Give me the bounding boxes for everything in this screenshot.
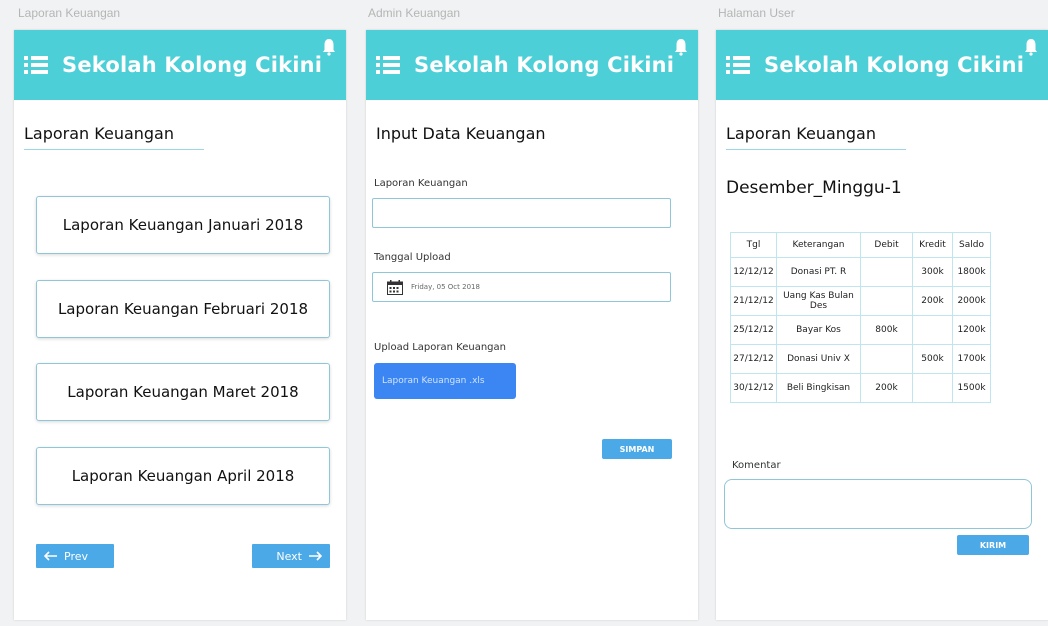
report-march-button[interactable]: Laporan Keuangan Maret 2018 xyxy=(36,363,330,421)
list-icon[interactable] xyxy=(24,55,48,75)
next-button[interactable]: Next xyxy=(252,544,330,568)
prev-button[interactable]: Prev xyxy=(36,544,114,568)
cell-keterangan: Uang Kas Bulan Des xyxy=(776,286,861,316)
cell-saldo: 1500k xyxy=(952,373,991,403)
arrow-right-icon xyxy=(309,551,322,561)
app-title: Sekolah Kolong Cikini xyxy=(764,53,1025,77)
cell-saldo: 2000k xyxy=(952,286,991,316)
app-bar: Sekolah Kolong Cikini xyxy=(716,30,1048,100)
user-report-screen: Sekolah Kolong Cikini Laporan Keuangan D… xyxy=(716,30,1048,620)
table-row: 12/12/12 Donasi PT. R 300k 1800k xyxy=(730,257,991,287)
next-label: Next xyxy=(276,549,302,563)
cell-debit xyxy=(860,286,913,316)
app-title: Sekolah Kolong Cikini xyxy=(414,53,675,77)
cell-tgl: 12/12/12 xyxy=(730,257,777,287)
cell-debit xyxy=(860,344,913,374)
upload-field-label: Upload Laporan Keuangan xyxy=(374,342,506,353)
report-input[interactable] xyxy=(372,198,671,228)
admin-input-screen: Sekolah Kolong Cikini Input Data Keuanga… xyxy=(366,30,698,620)
column-header-keterangan: Keterangan xyxy=(776,232,861,258)
cell-keterangan: Donasi PT. R xyxy=(776,257,861,287)
table-row: 27/12/12 Donasi Univ X 500k 1700k xyxy=(730,344,991,374)
comment-input[interactable] xyxy=(724,479,1032,529)
app-bar: Sekolah Kolong Cikini xyxy=(366,30,698,100)
bell-icon[interactable] xyxy=(674,38,688,56)
cell-tgl: 25/12/12 xyxy=(730,315,777,345)
cell-kredit: 300k xyxy=(912,257,953,287)
cell-keterangan: Bayar Kos xyxy=(776,315,861,345)
app-bar: Sekolah Kolong Cikini xyxy=(14,30,346,100)
report-list-screen: Sekolah Kolong Cikini Laporan Keuangan L… xyxy=(14,30,346,620)
table-row: 21/12/12 Uang Kas Bulan Des 200k 2000k xyxy=(730,286,991,316)
cell-debit xyxy=(860,257,913,287)
upload-file-button[interactable]: Laporan Keuangan .xls xyxy=(374,363,516,399)
save-button[interactable]: SIMPAN xyxy=(602,439,672,459)
page-title: Laporan Keuangan xyxy=(726,124,906,150)
table-header-row: Tgl Keterangan Debit Kredit Saldo xyxy=(730,232,991,258)
date-field-label: Tanggal Upload xyxy=(374,252,451,263)
bell-icon[interactable] xyxy=(1024,38,1038,56)
page-title: Input Data Keuangan xyxy=(376,124,546,143)
table-row: 30/12/12 Beli Bingkisan 200k 1500k xyxy=(730,373,991,403)
caption-user: Halaman User xyxy=(718,6,795,20)
report-february-button[interactable]: Laporan Keuangan Februari 2018 xyxy=(36,280,330,338)
cell-saldo: 1700k xyxy=(952,344,991,374)
page-title: Laporan Keuangan xyxy=(24,124,204,150)
date-input-value: Friday, 05 Oct 2018 xyxy=(411,283,480,291)
list-icon[interactable] xyxy=(376,55,400,75)
bell-icon[interactable] xyxy=(322,38,336,56)
cell-kredit: 200k xyxy=(912,286,953,316)
cell-saldo: 1200k xyxy=(952,315,991,345)
cell-debit: 200k xyxy=(860,373,913,403)
report-field-label: Laporan Keuangan xyxy=(374,178,468,189)
arrow-left-icon xyxy=(44,551,57,561)
app-title: Sekolah Kolong Cikini xyxy=(62,53,323,77)
cell-tgl: 21/12/12 xyxy=(730,286,777,316)
report-april-button[interactable]: Laporan Keuangan April 2018 xyxy=(36,447,330,505)
column-header-debit: Debit xyxy=(860,232,913,258)
cell-kredit xyxy=(912,315,953,345)
cell-kredit: 500k xyxy=(912,344,953,374)
prev-label: Prev xyxy=(64,549,88,563)
column-header-kredit: Kredit xyxy=(912,232,953,258)
cell-saldo: 1800k xyxy=(952,257,991,287)
date-input[interactable]: Friday, 05 Oct 2018 xyxy=(372,272,671,302)
caption-laporan: Laporan Keuangan xyxy=(18,6,121,20)
column-header-saldo: Saldo xyxy=(952,232,991,258)
table-row: 25/12/12 Bayar Kos 800k 1200k xyxy=(730,315,991,345)
caption-admin: Admin Keuangan xyxy=(368,6,461,20)
calendar-icon xyxy=(387,279,403,295)
cell-tgl: 30/12/12 xyxy=(730,373,777,403)
comment-label: Komentar xyxy=(732,460,781,471)
send-button[interactable]: KIRIM xyxy=(957,535,1029,555)
cell-keterangan: Donasi Univ X xyxy=(776,344,861,374)
column-header-tgl: Tgl xyxy=(730,232,777,258)
list-icon[interactable] xyxy=(726,55,750,75)
report-january-button[interactable]: Laporan Keuangan Januari 2018 xyxy=(36,196,330,254)
cell-kredit xyxy=(912,373,953,403)
week-title: Desember_Minggu-1 xyxy=(726,178,902,198)
cell-debit: 800k xyxy=(860,315,913,345)
ledger-table: Tgl Keterangan Debit Kredit Saldo 12/12/… xyxy=(730,232,991,403)
cell-tgl: 27/12/12 xyxy=(730,344,777,374)
cell-keterangan: Beli Bingkisan xyxy=(776,373,861,403)
